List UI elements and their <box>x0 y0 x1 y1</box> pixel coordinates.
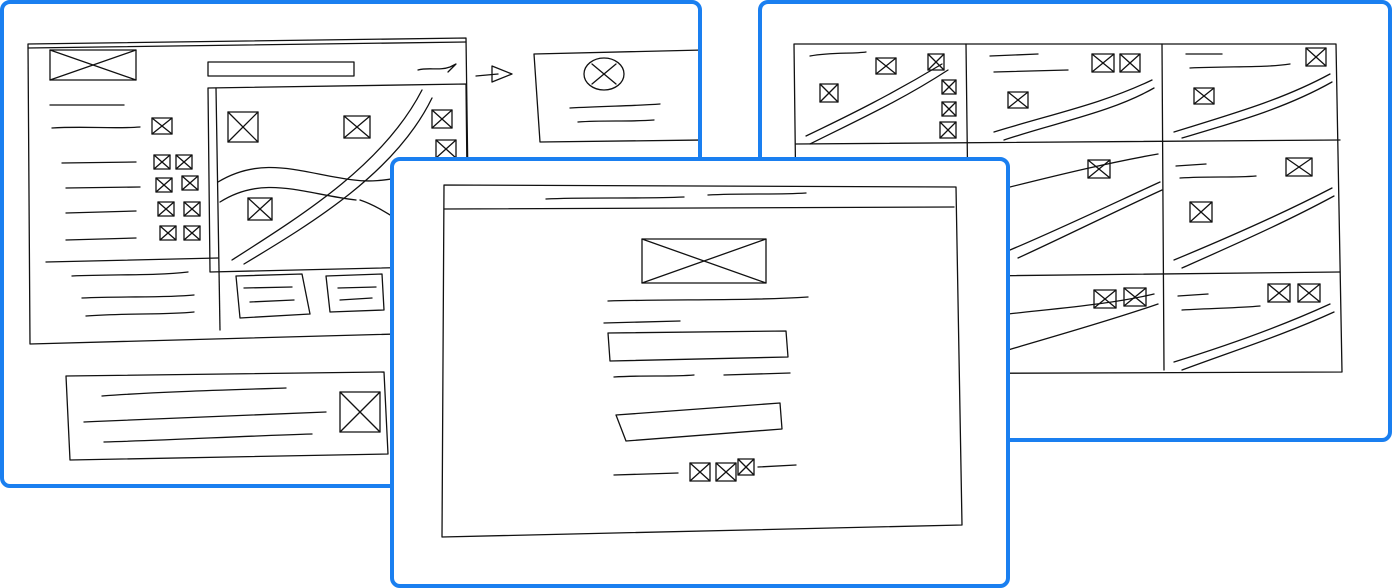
line-chart-icon <box>993 79 1153 133</box>
image-placeholder-icon <box>49 49 137 81</box>
login-form-wireframe-card <box>390 157 1010 588</box>
image-placeholder-icon <box>641 238 767 284</box>
avatar-placeholder-icon <box>583 57 625 91</box>
line-chart-icon <box>1173 73 1331 133</box>
line-chart-icon <box>805 63 943 137</box>
line-chart-icon <box>1173 187 1333 261</box>
image-placeholder-icon <box>689 458 755 482</box>
image-placeholder-icon <box>339 391 381 433</box>
line-chart-icon <box>1173 303 1331 363</box>
arrow-icon <box>475 65 513 83</box>
login-form-wireframe-sketch <box>441 184 963 538</box>
